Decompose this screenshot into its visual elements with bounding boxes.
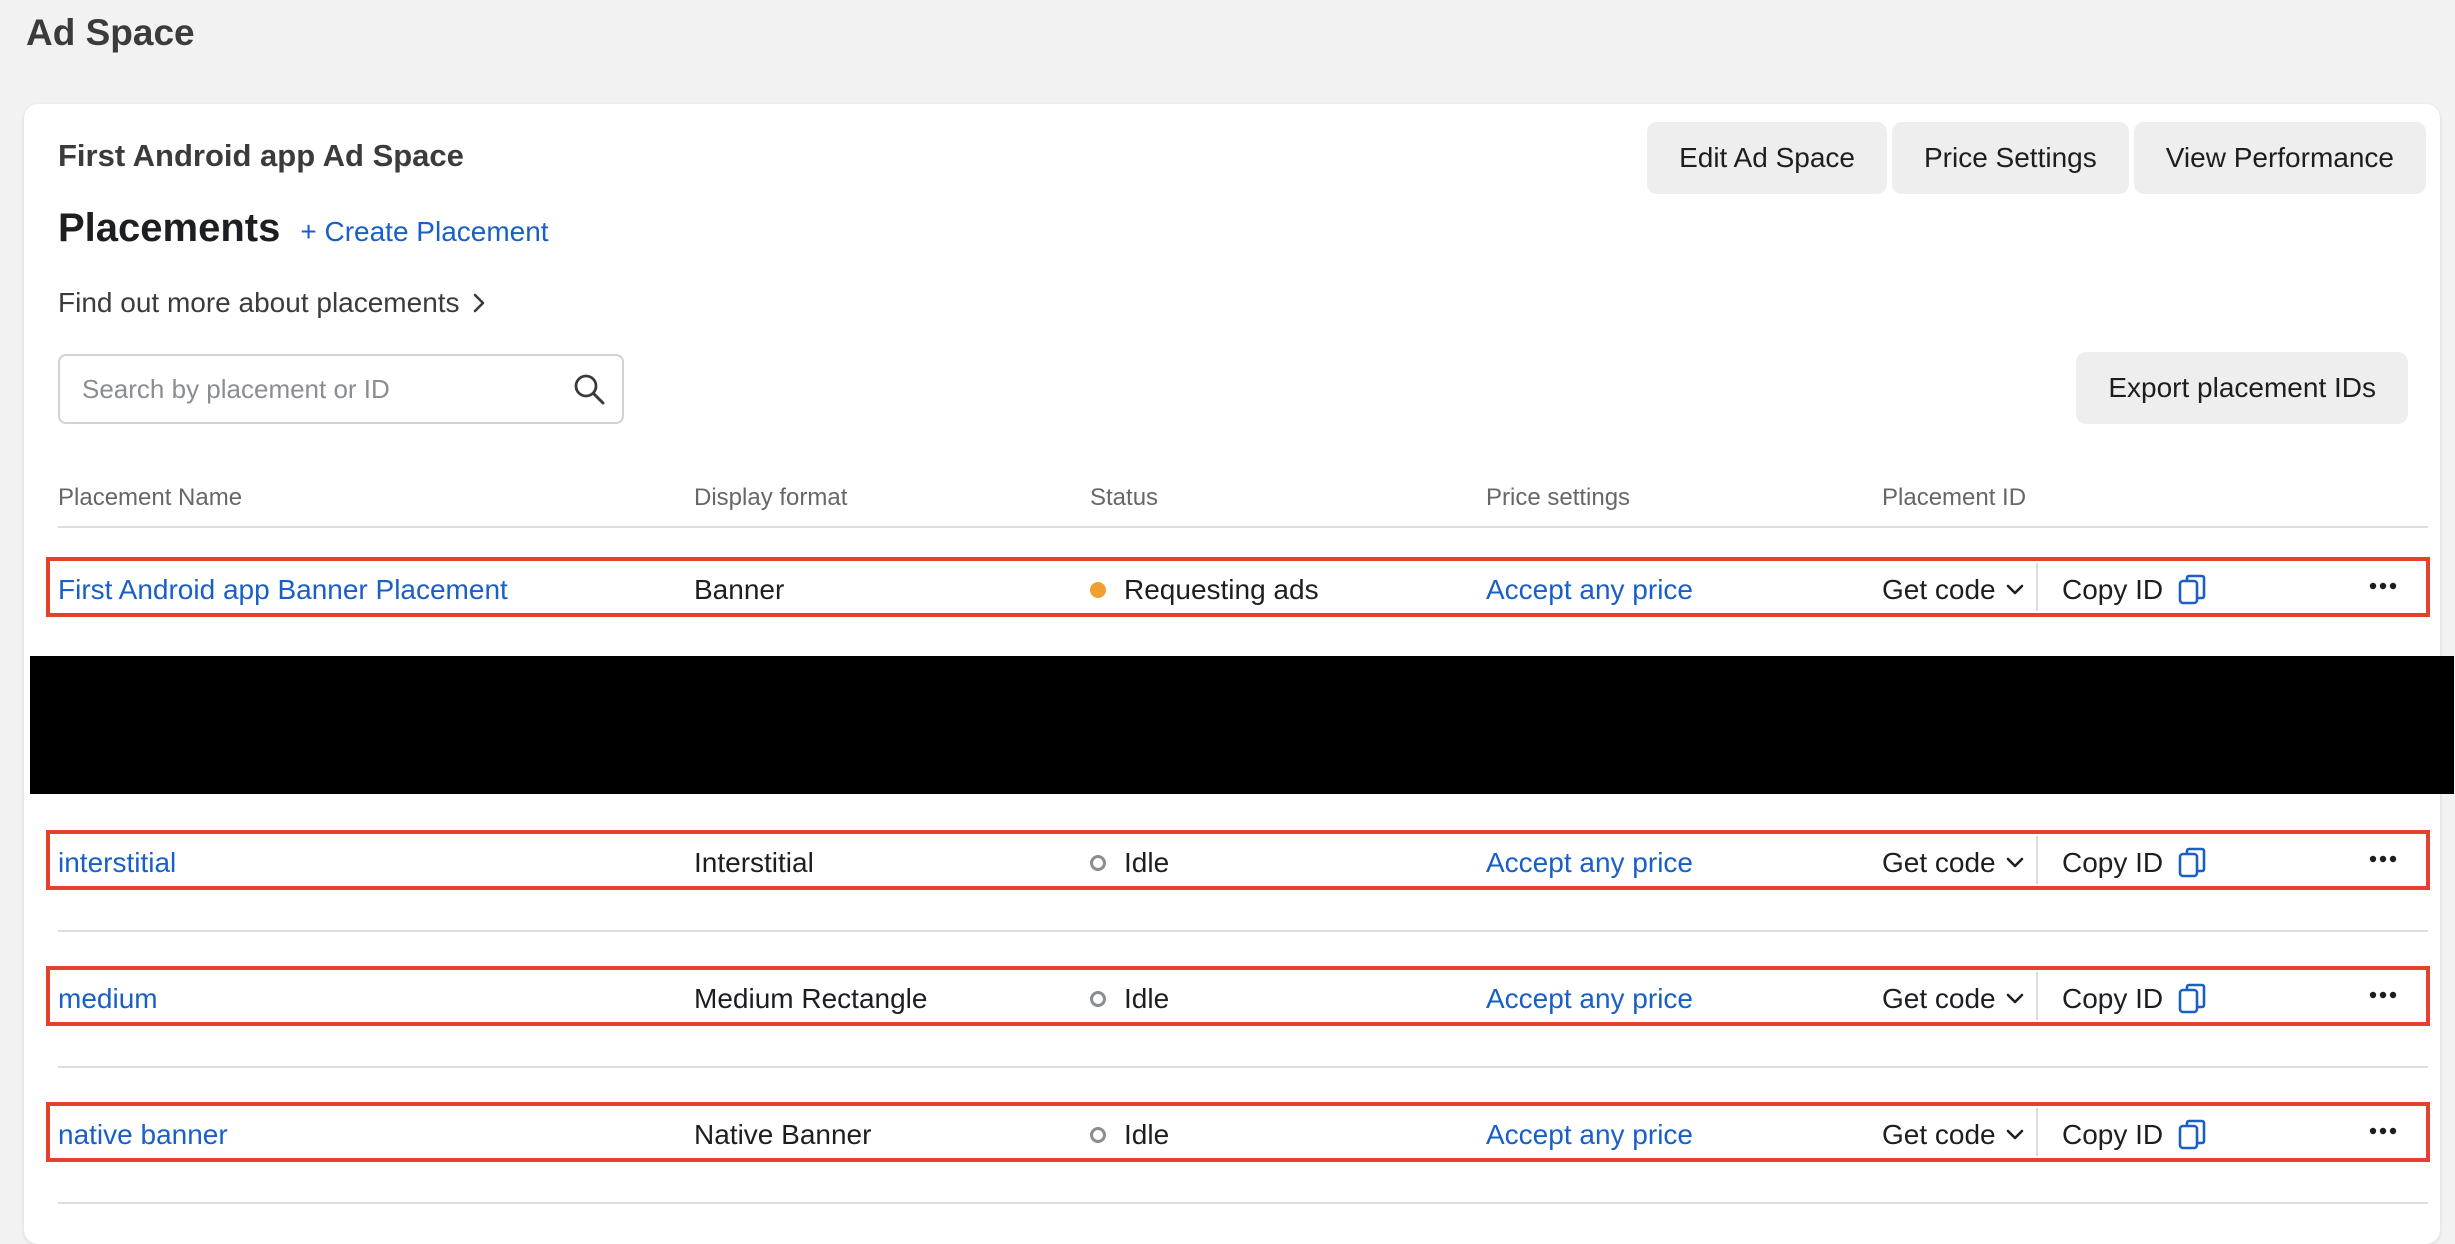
- display-format: Native Banner: [694, 1119, 872, 1150]
- copy-id-label: Copy ID: [2062, 847, 2164, 878]
- more-icon[interactable]: [2368, 1116, 2398, 1146]
- table-row: First Android app Banner Placement Banne…: [46, 557, 2430, 617]
- price-settings-link[interactable]: Accept any price: [1486, 983, 1693, 1015]
- placement-name-link[interactable]: interstitial: [58, 847, 176, 879]
- search-input[interactable]: [80, 372, 572, 406]
- more-icon[interactable]: [2368, 571, 2398, 601]
- copy-id-button[interactable]: Copy ID: [2062, 847, 2207, 879]
- copy-icon: [2178, 983, 2206, 1014]
- status: Idle: [1090, 847, 1169, 879]
- row-divider: [58, 930, 2428, 932]
- status-idle-icon: [1090, 855, 1106, 871]
- status-idle-icon: [1090, 991, 1106, 1007]
- copy-id-label: Copy ID: [2062, 1119, 2164, 1150]
- chevron-down-icon: [2006, 584, 2023, 595]
- chevron-down-icon: [2006, 993, 2023, 1004]
- header-placement-id: Placement ID: [1882, 484, 2027, 511]
- search-box: [58, 354, 624, 424]
- status-label: Idle: [1124, 847, 1170, 878]
- copy-icon: [2178, 574, 2206, 605]
- get-code-dropdown[interactable]: Get code: [1882, 983, 2024, 1015]
- display-format: Medium Rectangle: [694, 983, 928, 1014]
- column-divider: [2036, 972, 2038, 1020]
- search-icon[interactable]: [572, 372, 606, 406]
- placements-title: Placements: [58, 206, 281, 250]
- edit-ad-space-button[interactable]: Edit Ad Space: [1647, 122, 1887, 194]
- chevron-right-icon: [473, 293, 484, 313]
- header-display-format: Display format: [694, 484, 848, 511]
- status: Requesting ads: [1090, 574, 1319, 606]
- status: Idle: [1090, 1119, 1169, 1151]
- copy-icon: [2178, 847, 2206, 878]
- column-divider: [2036, 1108, 2038, 1156]
- table-row: medium Medium Rectangle Idle Accept any …: [46, 966, 2430, 1026]
- get-code-dropdown[interactable]: Get code: [1882, 1119, 2024, 1151]
- status-label: Requesting ads: [1124, 574, 1319, 605]
- get-code-label: Get code: [1882, 1119, 1996, 1150]
- header-price-settings: Price settings: [1486, 484, 1631, 511]
- view-performance-button[interactable]: View Performance: [2133, 122, 2426, 194]
- redacted-area: [30, 656, 2454, 794]
- get-code-dropdown[interactable]: Get code: [1882, 574, 2024, 606]
- placement-name-link[interactable]: First Android app Banner Placement: [58, 574, 508, 606]
- status-active-icon: [1090, 582, 1106, 598]
- more-icon[interactable]: [2368, 980, 2398, 1010]
- chevron-down-icon: [2006, 1129, 2023, 1140]
- export-placement-ids-button[interactable]: Export placement IDs: [2076, 352, 2408, 424]
- copy-id-button[interactable]: Copy ID: [2062, 574, 2207, 606]
- get-code-label: Get code: [1882, 847, 1996, 878]
- get-code-label: Get code: [1882, 574, 1996, 605]
- price-settings-link[interactable]: Accept any price: [1486, 1119, 1693, 1151]
- column-divider: [2036, 563, 2038, 611]
- ad-space-actions: Edit Ad Space Price Settings View Perfor…: [1647, 122, 2426, 194]
- status-idle-icon: [1090, 1127, 1106, 1143]
- learn-more-link[interactable]: Find out more about placements: [58, 287, 486, 319]
- copy-id-label: Copy ID: [2062, 983, 2164, 1014]
- display-format: Interstitial: [694, 847, 814, 878]
- ad-space-card: First Android app Ad Space Edit Ad Space…: [24, 104, 2454, 1244]
- chevron-down-icon: [2006, 857, 2023, 868]
- placement-name-link[interactable]: native banner: [58, 1119, 228, 1151]
- copy-id-button[interactable]: Copy ID: [2062, 983, 2207, 1015]
- get-code-label: Get code: [1882, 983, 1996, 1014]
- status-label: Idle: [1124, 1119, 1170, 1150]
- copy-id-button[interactable]: Copy ID: [2062, 1119, 2207, 1151]
- copy-icon: [2178, 1119, 2206, 1150]
- copy-id-label: Copy ID: [2062, 574, 2164, 605]
- ad-space-name: First Android app Ad Space: [58, 138, 464, 173]
- price-settings-link[interactable]: Accept any price: [1486, 574, 1693, 606]
- table-row: native banner Native Banner Idle Accept …: [46, 1102, 2430, 1162]
- placement-name-link[interactable]: medium: [58, 983, 158, 1015]
- price-settings-button[interactable]: Price Settings: [1891, 122, 2129, 194]
- create-placement-link[interactable]: + Create Placement: [300, 216, 548, 248]
- price-settings-link[interactable]: Accept any price: [1486, 847, 1693, 879]
- row-divider: [58, 1202, 2428, 1204]
- status: Idle: [1090, 983, 1169, 1015]
- table-header: Placement Name Display format Status Pri…: [58, 484, 2428, 528]
- table-row: interstitial Interstitial Idle Accept an…: [46, 830, 2430, 890]
- more-icon[interactable]: [2368, 844, 2398, 874]
- placements-heading: Placements + Create Placement: [58, 206, 549, 251]
- page-title: Ad Space: [26, 12, 195, 53]
- learn-more-label: Find out more about placements: [58, 287, 460, 318]
- row-divider: [58, 1066, 2428, 1068]
- column-divider: [2036, 836, 2038, 884]
- header-status: Status: [1090, 484, 1159, 511]
- status-label: Idle: [1124, 983, 1170, 1014]
- get-code-dropdown[interactable]: Get code: [1882, 847, 2024, 879]
- header-placement-name: Placement Name: [58, 484, 243, 511]
- display-format: Banner: [694, 574, 785, 605]
